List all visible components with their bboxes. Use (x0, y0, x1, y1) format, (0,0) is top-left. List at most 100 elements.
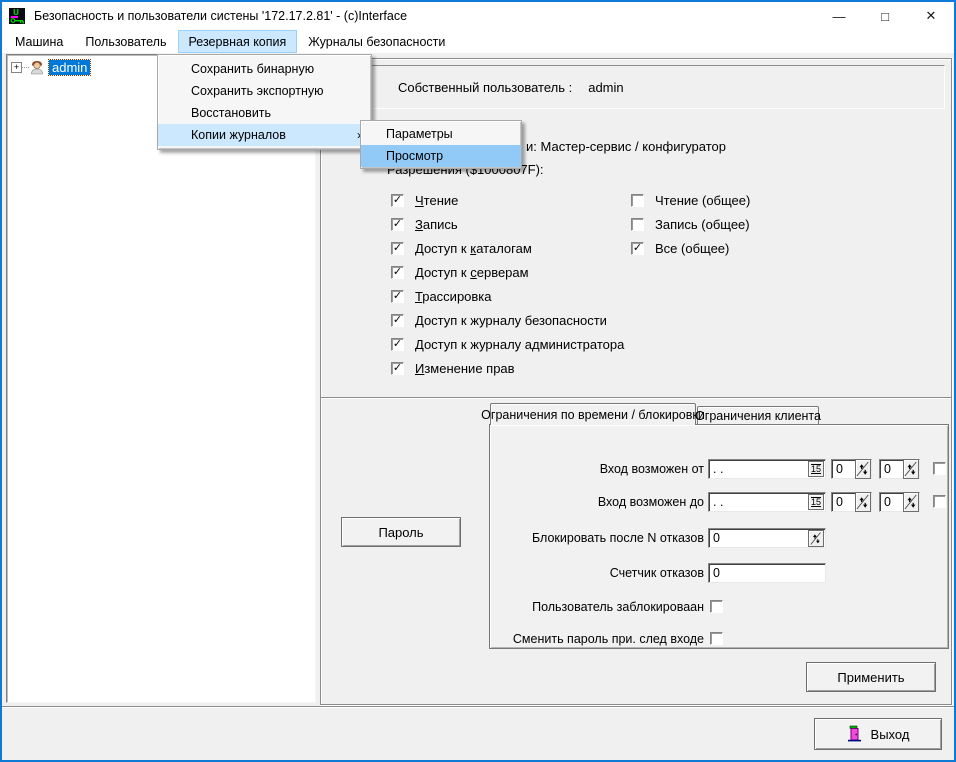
perm-label: Трассировка (415, 289, 492, 304)
checkbox-server-access[interactable]: ✓ (391, 266, 404, 279)
tab-client-restrictions[interactable]: Ограничения клиента (697, 406, 819, 424)
hours-value: 0 (836, 495, 855, 509)
minutes-value: 0 (884, 462, 903, 476)
tree-expander-icon[interactable]: + (11, 62, 22, 73)
menuitem-log-copies[interactable]: Копии журналов › (158, 124, 371, 146)
menu-backup[interactable]: Резервная копия (178, 30, 298, 53)
spin-updown-icon[interactable] (808, 530, 824, 547)
tree-node-admin[interactable]: + admin (11, 59, 90, 75)
perm-label: Чтение (общее) (655, 193, 750, 208)
app-icon: U (8, 7, 26, 25)
exit-button[interactable]: Выход (814, 718, 942, 750)
perm-row-admin-log: ✓ Доступ к журналу администратора (391, 336, 624, 353)
perm-row-server-access: ✓ Доступ к серверам (391, 264, 529, 281)
menuitem-parameters[interactable]: Параметры (361, 123, 521, 145)
change-password-label: Сменить пароль при. след входе (490, 632, 704, 646)
password-button[interactable]: Пароль (341, 517, 461, 547)
user-locked-checkbox[interactable]: ✓ (710, 600, 723, 613)
perm-row-read-common: ✓ Чтение (общее) (631, 192, 750, 209)
svg-text:U: U (13, 8, 19, 17)
perm-label: Запись (общее) (655, 217, 750, 232)
groups-line-fragment: и: Мастер-сервис / конфигуратор (526, 139, 726, 154)
user-tree-panel: + admin (6, 54, 316, 703)
block-after-input[interactable]: 0 (708, 528, 826, 548)
checkbox-change-rights[interactable]: ✓ (391, 362, 404, 375)
checkbox-write-common[interactable]: ✓ (631, 218, 644, 231)
menubar: Машина Пользователь Резервная копия Журн… (2, 30, 954, 53)
tab-body: Вход возможен от . . 15 0 (489, 424, 949, 649)
perm-row-tracing: ✓ Трассировка (391, 288, 492, 305)
spin-updown-icon[interactable] (855, 492, 871, 512)
menuitem-restore[interactable]: Восстановить (158, 102, 371, 124)
checkmark-icon: ✓ (393, 291, 402, 302)
checkmark-icon: ✓ (393, 219, 402, 230)
checkbox-catalog-access[interactable]: ✓ (391, 242, 404, 255)
calendar-picker-button[interactable]: 15 (808, 461, 824, 477)
maximize-button[interactable]: □ (862, 2, 908, 30)
tab-time-restrictions[interactable]: Ограничения по времени / блокировки (490, 403, 696, 425)
login-from-enable-checkbox[interactable]: ✓ (933, 462, 946, 475)
change-password-checkbox[interactable]: ✓ (710, 632, 723, 645)
exit-door-icon (847, 725, 863, 743)
login-from-date-input[interactable]: . . 15 (708, 459, 826, 479)
login-to-enable-checkbox[interactable]: ✓ (933, 495, 946, 508)
login-to-label: Вход возможен до (490, 495, 704, 509)
calendar-icon: 15 (811, 464, 821, 474)
minimize-button[interactable]: — (816, 2, 862, 30)
checkmark-icon: ✓ (393, 195, 402, 206)
menuitem-view[interactable]: Просмотр (361, 145, 521, 167)
checkmark-icon: ✓ (393, 363, 402, 374)
login-from-minutes-spinner[interactable]: 0 (879, 459, 920, 479)
checkbox-security-log[interactable]: ✓ (391, 314, 404, 327)
apply-button[interactable]: Применить (806, 662, 936, 692)
fail-counter-input[interactable]: 0 (708, 563, 826, 583)
checkbox-write[interactable]: ✓ (391, 218, 404, 231)
fail-counter-value: 0 (713, 566, 720, 580)
menuitem-save-export[interactable]: Сохранить экспортную (158, 80, 371, 102)
checkbox-admin-log[interactable]: ✓ (391, 338, 404, 351)
own-user-box: Собственный пользователь : admin (329, 65, 945, 109)
checkmark-icon: ✓ (633, 243, 642, 254)
menu-user[interactable]: Пользователь (74, 30, 177, 53)
spin-updown-icon[interactable] (855, 459, 871, 479)
login-to-hours-spinner[interactable]: 0 (831, 492, 872, 512)
perm-row-change-rights: ✓ Изменение прав (391, 360, 515, 377)
checkmark-icon: ✓ (393, 339, 402, 350)
titlebar: U Безопасность и пользователи систены '1… (2, 2, 954, 30)
menu-machine[interactable]: Машина (4, 30, 74, 53)
menu-security-logs[interactable]: Журналы безопасности (297, 30, 456, 53)
checkbox-read-common[interactable]: ✓ (631, 194, 644, 207)
login-from-hours-spinner[interactable]: 0 (831, 459, 872, 479)
checkbox-all-common[interactable]: ✓ (631, 242, 644, 255)
perm-row-write: ✓ Запись (391, 216, 458, 233)
perm-label: Доступ к каталогам (415, 241, 532, 256)
perm-row-security-log: ✓ Доступ к журналу безопасности (391, 312, 607, 329)
perm-label: Доступ к журналу администратора (415, 337, 624, 352)
perm-row-catalog-access: ✓ Доступ к каталогам (391, 240, 532, 257)
close-button[interactable]: ✕ (908, 2, 954, 30)
perm-row-read: ✓ Чтение (391, 192, 458, 209)
checkmark-icon: ✓ (393, 267, 402, 278)
spin-updown-icon[interactable] (903, 459, 919, 479)
calendar-picker-button[interactable]: 15 (808, 494, 824, 510)
login-to-date-input[interactable]: . . 15 (708, 492, 826, 512)
login-from-row: Вход возможен от . . 15 0 (490, 458, 946, 479)
checkmark-icon: ✓ (393, 243, 402, 254)
calendar-icon: 15 (811, 497, 821, 507)
log-copies-submenu: Параметры Просмотр (360, 120, 522, 169)
block-after-value: 0 (713, 531, 720, 545)
perm-label: Изменение прав (415, 361, 515, 376)
menuitem-save-binary[interactable]: Сохранить бинарную (158, 58, 371, 80)
maximize-icon: □ (881, 9, 889, 24)
user-locked-row: Пользователь заблокироваан ✓ (490, 596, 723, 617)
tree-node-label[interactable]: admin (49, 60, 90, 75)
backup-menu-popup: Сохранить бинарную Сохранить экспортную … (157, 54, 372, 150)
tree-connector (22, 67, 29, 68)
perm-label: Доступ к журналу безопасности (415, 313, 607, 328)
spin-updown-icon[interactable] (903, 492, 919, 512)
checkbox-tracing[interactable]: ✓ (391, 290, 404, 303)
checkbox-read[interactable]: ✓ (391, 194, 404, 207)
minutes-value: 0 (884, 495, 903, 509)
bottom-divider (2, 706, 956, 708)
login-to-minutes-spinner[interactable]: 0 (879, 492, 920, 512)
